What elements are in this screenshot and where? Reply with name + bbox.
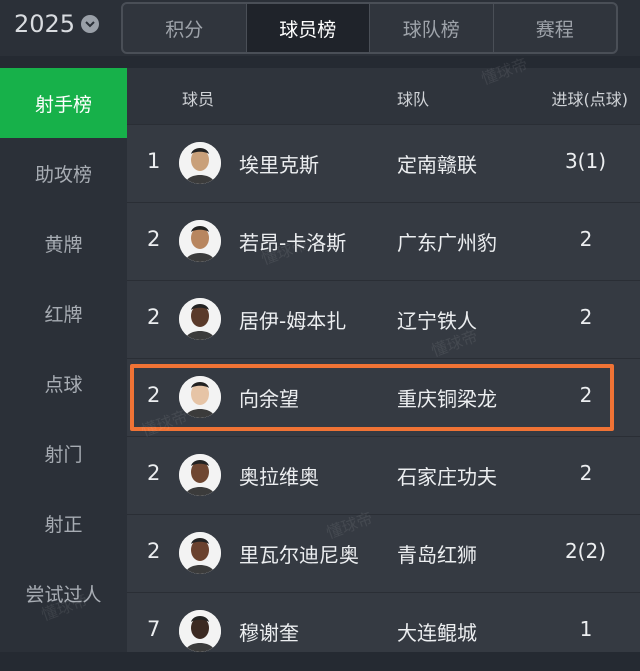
player-name[interactable]: 奥拉维奥 bbox=[239, 461, 319, 490]
season-year: 2025 bbox=[14, 10, 76, 38]
table-row[interactable]: 2 居伊-姆本扎 辽宁铁人 2 bbox=[127, 280, 640, 359]
player-rank: 2 bbox=[147, 461, 161, 485]
chevron-down-icon bbox=[81, 15, 100, 33]
sidebar-item-shots-on-target[interactable]: 射正 bbox=[0, 488, 127, 558]
player-goals: 3(1) bbox=[564, 149, 606, 173]
player-avatar[interactable] bbox=[179, 298, 221, 340]
player-team[interactable]: 石家庄功夫 bbox=[397, 461, 497, 490]
table-row[interactable]: 2 若昂-卡洛斯 广东广州豹 2 bbox=[127, 202, 640, 281]
highlight-box bbox=[130, 364, 614, 431]
sidebar: 射手榜 助攻榜 黄牌 红牌 点球 射门 射正 尝试过人 bbox=[0, 68, 127, 652]
tab-team-rankings[interactable]: 球队榜 bbox=[370, 4, 494, 52]
player-rank: 2 bbox=[147, 539, 161, 563]
header-player: 球员 bbox=[182, 90, 215, 109]
player-team[interactable]: 定南赣联 bbox=[397, 149, 477, 178]
header-goals: 进球(点球) bbox=[551, 90, 629, 109]
player-name[interactable]: 埃里克斯 bbox=[239, 149, 319, 178]
table-row[interactable]: 2 奥拉维奥 石家庄功夫 2 bbox=[127, 436, 640, 515]
player-name[interactable]: 里瓦尔迪尼奥 bbox=[239, 539, 359, 568]
player-rank: 1 bbox=[147, 149, 161, 173]
sidebar-item-assists[interactable]: 助攻榜 bbox=[0, 138, 127, 208]
player-rank: 2 bbox=[147, 227, 161, 251]
player-name[interactable]: 穆谢奎 bbox=[239, 617, 299, 646]
player-name[interactable]: 居伊-姆本扎 bbox=[239, 305, 346, 334]
sidebar-item-yellow-cards[interactable]: 黄牌 bbox=[0, 208, 127, 278]
sidebar-item-shots[interactable]: 射门 bbox=[0, 418, 127, 488]
top-bar: 2025 积分 球员榜 球队榜 赛程 bbox=[0, 0, 640, 56]
tab-standings[interactable]: 积分 bbox=[123, 4, 247, 52]
player-avatar[interactable] bbox=[179, 220, 221, 262]
table-row[interactable]: 7 穆谢奎 大连鲲城 1 bbox=[127, 592, 640, 671]
player-team[interactable]: 广东广州豹 bbox=[397, 227, 497, 256]
tab-player-rankings[interactable]: 球员榜 bbox=[246, 4, 370, 52]
player-goals: 2 bbox=[579, 461, 593, 485]
player-goals: 2(2) bbox=[564, 539, 606, 563]
player-avatar[interactable] bbox=[179, 454, 221, 496]
player-goals: 2 bbox=[579, 305, 593, 329]
tab-bar: 积分 球员榜 球队榜 赛程 bbox=[121, 2, 618, 54]
player-team[interactable]: 大连鲲城 bbox=[397, 617, 477, 646]
player-avatar[interactable] bbox=[179, 610, 221, 652]
table-header: 球员 球队 进球(点球) bbox=[127, 68, 640, 124]
sidebar-item-scorers[interactable]: 射手榜 bbox=[0, 68, 127, 138]
tab-schedule[interactable]: 赛程 bbox=[494, 4, 617, 52]
player-rank: 2 bbox=[147, 305, 161, 329]
sidebar-item-penalties[interactable]: 点球 bbox=[0, 348, 127, 418]
player-goals: 2 bbox=[579, 227, 593, 251]
player-rank: 7 bbox=[147, 617, 161, 641]
ranking-table: 球员 球队 进球(点球) 1 埃里克斯 定南赣联 3(1) 2 若昂-卡洛斯 广东广州豹 2 2… bbox=[127, 68, 640, 652]
player-team[interactable]: 青岛红狮 bbox=[397, 539, 477, 568]
player-goals: 1 bbox=[579, 617, 593, 641]
player-avatar[interactable] bbox=[179, 532, 221, 574]
header-team: 球队 bbox=[397, 90, 430, 109]
table-row[interactable]: 1 埃里克斯 定南赣联 3(1) bbox=[127, 124, 640, 203]
sidebar-item-red-cards[interactable]: 红牌 bbox=[0, 278, 127, 348]
player-avatar[interactable] bbox=[179, 142, 221, 184]
season-selector[interactable]: 2025 bbox=[14, 10, 100, 38]
table-row[interactable]: 2 里瓦尔迪尼奥 青岛红狮 2(2) bbox=[127, 514, 640, 593]
